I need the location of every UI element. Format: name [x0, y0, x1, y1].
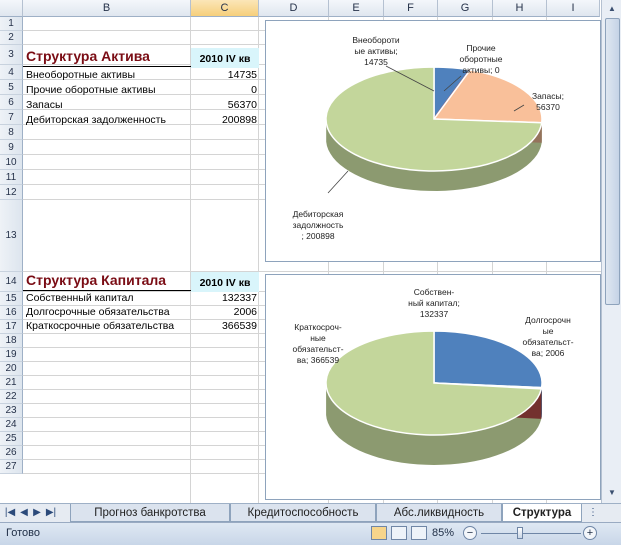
row-header[interactable]: 14: [0, 272, 23, 292]
row-header[interactable]: 6: [0, 95, 23, 110]
asset-value[interactable]: 14735: [191, 68, 257, 82]
sheet-tab[interactable]: Прогноз банкротства: [70, 504, 230, 522]
capital-pie-svg: Собствен-ный капитал;132337 Долгосрочныео…: [266, 275, 600, 499]
capital-chart[interactable]: Собствен-ный капитал;132337 Долгосрочныео…: [265, 274, 601, 500]
assets-chart[interactable]: Внеоборотиые активы;14735 Прочиеоборотные…: [265, 20, 601, 262]
row-header[interactable]: 23: [0, 404, 23, 418]
column-header-d[interactable]: D: [259, 0, 329, 17]
row-header[interactable]: 8: [0, 125, 23, 140]
asset-value[interactable]: 56370: [191, 98, 257, 112]
capital-label[interactable]: Краткосрочные обязательства: [26, 319, 174, 333]
row-header[interactable]: 27: [0, 460, 23, 474]
tab-first-icon[interactable]: |◀: [4, 507, 16, 518]
asset-value[interactable]: 0: [191, 83, 257, 97]
assets-title-underline: [23, 66, 191, 67]
pie-data-label: Прочиеоборотныеактивы; 0: [459, 43, 502, 75]
row-header[interactable]: 5: [0, 80, 23, 95]
column-header-h[interactable]: H: [493, 0, 547, 17]
row-header[interactable]: 25: [0, 432, 23, 446]
capital-period-header[interactable]: 2010 IV кв: [191, 272, 259, 292]
column-header-i[interactable]: I: [547, 0, 600, 17]
row-header[interactable]: 2: [0, 31, 23, 45]
sheet-tab[interactable]: Абс.ликвидность: [376, 504, 502, 522]
sheet-tab-bar: |◀ ◀ ▶ ▶| Прогноз банкротства Кредитоспо…: [0, 503, 621, 523]
asset-label[interactable]: Запасы: [26, 98, 63, 112]
asset-value[interactable]: 200898: [191, 113, 257, 127]
asset-label[interactable]: Внеоборотные активы: [26, 68, 135, 82]
row-header[interactable]: 26: [0, 446, 23, 460]
pie-data-label: Дебиторскаязадолжность; 200898: [293, 209, 344, 241]
column-header-b[interactable]: B: [23, 0, 191, 17]
asset-label[interactable]: Прочие оборотные активы: [26, 83, 156, 97]
tab-last-icon[interactable]: ▶|: [45, 507, 57, 518]
row-header[interactable]: 22: [0, 390, 23, 404]
normal-view-icon[interactable]: [371, 526, 387, 540]
pie-data-label: Собствен-ный капитал;132337: [408, 287, 460, 319]
sheet-tab[interactable]: Кредитоспособность: [230, 504, 376, 522]
assets-period-header[interactable]: 2010 IV кв: [191, 48, 259, 68]
scroll-thumb[interactable]: [605, 18, 620, 305]
row-header[interactable]: 20: [0, 362, 23, 376]
tab-next-icon[interactable]: ▶: [32, 507, 42, 518]
column-header-f[interactable]: F: [384, 0, 438, 17]
page-layout-icon[interactable]: [391, 526, 407, 540]
row-header[interactable]: 11: [0, 170, 23, 185]
capital-value[interactable]: 2006: [191, 305, 257, 319]
zoom-out-icon[interactable]: −: [463, 526, 477, 540]
page-break-icon[interactable]: [411, 526, 427, 540]
pie-data-label: Запасы;56370: [532, 91, 564, 112]
pie-data-label: Внеоборотиые активы;14735: [352, 35, 400, 67]
column-header-e[interactable]: E: [329, 0, 384, 17]
row-header[interactable]: 4: [0, 65, 23, 80]
row-header[interactable]: 3: [0, 45, 23, 65]
tab-split-handle[interactable]: ⋮: [586, 507, 600, 518]
column-header-g[interactable]: G: [438, 0, 493, 17]
assets-pie-svg: Внеоборотиые активы;14735 Прочиеоборотные…: [266, 21, 600, 261]
vertical-scrollbar[interactable]: ▲ ▼: [601, 0, 621, 503]
tab-prev-icon[interactable]: ◀: [19, 507, 29, 518]
row-header[interactable]: 19: [0, 348, 23, 362]
capital-value[interactable]: 132337: [191, 291, 257, 305]
scroll-up-arrow[interactable]: ▲: [605, 2, 619, 16]
asset-label[interactable]: Дебиторская задолженность: [26, 113, 166, 127]
row-header[interactable]: 17: [0, 320, 23, 334]
capital-title: Структура Капитала: [26, 272, 166, 288]
status-bar: Готово 85% − +: [0, 522, 621, 545]
row-header[interactable]: 15: [0, 292, 23, 306]
row-header[interactable]: 18: [0, 334, 23, 348]
scroll-down-arrow[interactable]: ▼: [605, 486, 619, 500]
pie-data-label: Краткосроч-ныеобязательст-ва; 366539: [292, 322, 343, 365]
select-all-corner[interactable]: [0, 0, 23, 17]
capital-value[interactable]: 366539: [191, 319, 257, 333]
leader-line: [328, 171, 348, 193]
capital-label[interactable]: Долгосрочные обязательства: [26, 305, 170, 319]
row-header[interactable]: 10: [0, 155, 23, 170]
row-header[interactable]: 7: [0, 110, 23, 125]
zoom-in-icon[interactable]: +: [583, 526, 597, 540]
assets-title: Структура Актива: [26, 48, 150, 64]
status-ready: Готово: [6, 527, 40, 539]
row-header[interactable]: 12: [0, 185, 23, 200]
zoom-slider[interactable]: [517, 527, 523, 539]
column-header-c[interactable]: C: [191, 0, 259, 17]
zoom-level[interactable]: 85%: [432, 527, 454, 539]
zoom-slider-track[interactable]: [481, 533, 581, 534]
row-header[interactable]: 13: [0, 200, 23, 272]
pie-data-label: Долгосрочныеобязательст-ва; 2006: [522, 315, 573, 358]
capital-label[interactable]: Собственный капитал: [26, 291, 133, 305]
sheet-tab-active[interactable]: Структура: [502, 504, 582, 522]
row-header[interactable]: 24: [0, 418, 23, 432]
row-header[interactable]: 1: [0, 17, 23, 31]
row-header[interactable]: 16: [0, 306, 23, 320]
row-header[interactable]: 9: [0, 140, 23, 155]
row-header[interactable]: 21: [0, 376, 23, 390]
